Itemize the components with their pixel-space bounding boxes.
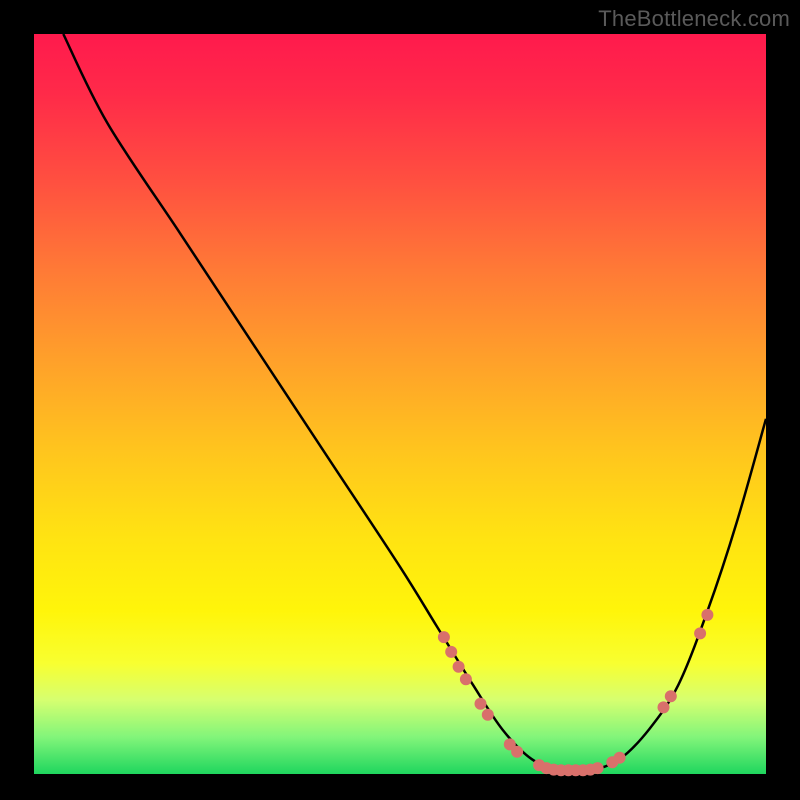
data-marker bbox=[460, 673, 472, 685]
data-marker bbox=[665, 690, 677, 702]
data-marker bbox=[614, 752, 626, 764]
data-marker bbox=[511, 746, 523, 758]
data-marker bbox=[694, 627, 706, 639]
data-marker bbox=[445, 646, 457, 658]
data-marker bbox=[438, 631, 450, 643]
data-marker bbox=[482, 709, 494, 721]
watermark-text: TheBottleneck.com bbox=[598, 6, 790, 32]
plot-area bbox=[34, 34, 766, 774]
data-marker bbox=[475, 698, 487, 710]
data-marker bbox=[701, 609, 713, 621]
curve-svg bbox=[34, 34, 766, 774]
chart-frame: TheBottleneck.com bbox=[0, 0, 800, 800]
data-marker bbox=[592, 762, 604, 774]
data-marker bbox=[453, 661, 465, 673]
curve-path bbox=[63, 34, 766, 772]
data-marker bbox=[658, 701, 670, 713]
